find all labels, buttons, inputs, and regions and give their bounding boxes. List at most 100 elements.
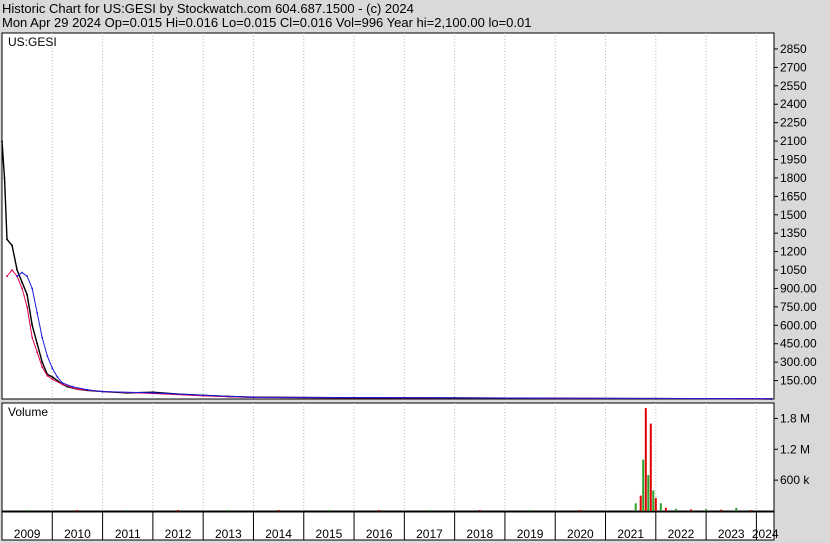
price-panel-label: US:GESI	[8, 35, 57, 49]
data-point-ma-red	[36, 351, 39, 354]
volume-bar	[26, 510, 29, 511]
price-tick-label: 750.00	[780, 300, 817, 314]
x-tick-label: 2017	[416, 527, 443, 541]
x-tick-label: 2010	[64, 527, 91, 541]
data-point-ma-blue	[61, 382, 64, 384]
price-tick-label: 2250	[780, 116, 807, 130]
volume-bar	[177, 510, 179, 511]
price-tick-label: 900.00	[780, 281, 817, 295]
x-tick-label: 2024	[752, 527, 779, 541]
data-point-price	[11, 244, 14, 247]
stock-chart: 2850 2700 2550 2400 2250 2100 1950 1800 1650 1500…	[1, 32, 817, 541]
volume-bar	[652, 490, 655, 511]
price-tick-label: 450.00	[780, 337, 817, 351]
x-tick-label: 2018	[466, 527, 493, 541]
volume-bar	[579, 510, 582, 511]
data-point-price	[36, 342, 39, 345]
x-tick-label: 2022	[668, 527, 695, 541]
volume-bar	[647, 475, 650, 511]
price-tick-label: 1050	[780, 263, 807, 277]
x-tick-label: 2016	[366, 527, 393, 541]
data-point-ma-red	[21, 287, 23, 290]
data-point-ma-red	[41, 366, 44, 368]
volume-bar	[690, 509, 692, 511]
price-tick-label: 1350	[780, 226, 807, 240]
volume-bar	[277, 510, 280, 511]
data-point-ma-blue	[51, 367, 54, 370]
price-tick-label: 300.00	[780, 355, 817, 369]
volume-bar	[529, 510, 532, 511]
data-point-ma-blue	[770, 397, 773, 400]
volume-panel-label: Volume	[8, 405, 48, 419]
x-tick-label: 2015	[316, 527, 343, 541]
volume-bar	[644, 408, 647, 511]
x-tick-label: 2019	[517, 527, 544, 541]
data-point-ma-blue	[26, 275, 28, 278]
price-tick-label: 1950	[780, 153, 807, 167]
data-point-price	[3, 177, 6, 179]
data-point-ma-blue	[36, 312, 39, 314]
data-point-ma-red	[6, 275, 8, 278]
volume-panel	[1, 402, 775, 512]
price-tick-label: 2100	[780, 134, 807, 148]
price-tick-label: 600.00	[780, 318, 817, 332]
volume-tick-label: 600 k	[780, 473, 810, 487]
volume-axis: 1.8 M 1.2 M 600 k	[774, 411, 810, 487]
volume-bar	[227, 510, 230, 511]
data-point-price	[31, 324, 34, 327]
data-point-ma-red	[26, 306, 28, 308]
price-tick-label: 2850	[780, 42, 807, 56]
data-point-ma-red	[76, 388, 79, 391]
data-point-ma-blue	[101, 390, 104, 393]
volume-bar	[649, 423, 652, 511]
x-tick-label: 2011	[115, 527, 141, 541]
data-point-ma-blue	[46, 355, 49, 357]
x-tick-label: 2009	[14, 527, 41, 541]
volume-tick-label: 1.2 M	[780, 442, 810, 456]
x-tick-label: 2014	[265, 527, 292, 541]
data-point-ma-blue	[252, 396, 255, 399]
volume-tick-label: 1.8 M	[780, 411, 810, 425]
volume-bar	[76, 510, 79, 511]
data-point-ma-blue	[31, 287, 34, 290]
volume-bar	[674, 508, 677, 511]
data-point-price	[6, 238, 8, 241]
data-point-ma-red	[46, 374, 49, 377]
data-point-price	[16, 269, 18, 271]
data-point-price	[41, 361, 44, 364]
data-point-price	[21, 281, 23, 284]
data-point-price	[26, 293, 28, 296]
price-tick-label: 2700	[780, 60, 807, 74]
price-panel	[1, 32, 775, 400]
volume-bar	[634, 503, 637, 511]
volume-bar	[750, 510, 753, 511]
data-point-ma-red	[11, 269, 14, 271]
data-point-ma-blue	[16, 275, 18, 278]
data-point-price	[1, 140, 3, 143]
x-tick-label: 2021	[617, 527, 644, 541]
price-axis: 2850 2700 2550 2400 2250 2100 1950 1800 1650 1500…	[774, 42, 817, 388]
price-tick-label: 150.00	[780, 374, 817, 388]
price-tick-label: 2400	[780, 97, 807, 111]
x-tick-label: 2023	[718, 527, 745, 541]
volume-bar	[478, 510, 481, 511]
volume-bar	[735, 507, 738, 511]
price-tick-label: 1650	[780, 189, 807, 203]
data-point-ma-blue	[71, 385, 74, 388]
data-point-ma-blue	[21, 271, 23, 274]
volume-bar	[664, 507, 667, 511]
data-point-ma-red	[31, 336, 34, 339]
data-point-price	[51, 376, 54, 378]
volume-bar	[327, 510, 330, 511]
volume-bar	[654, 498, 657, 511]
volume-bar	[720, 509, 723, 511]
volume-bar	[126, 510, 129, 511]
x-tick-label: 2020	[567, 527, 594, 541]
data-point-ma-blue	[56, 376, 59, 378]
volume-bar	[659, 503, 662, 511]
data-point-ma-blue	[152, 392, 154, 394]
volume-bar	[428, 510, 431, 511]
x-tick-label: 2012	[165, 527, 192, 541]
volume-bar	[642, 459, 645, 511]
data-point-ma-red	[51, 378, 54, 381]
